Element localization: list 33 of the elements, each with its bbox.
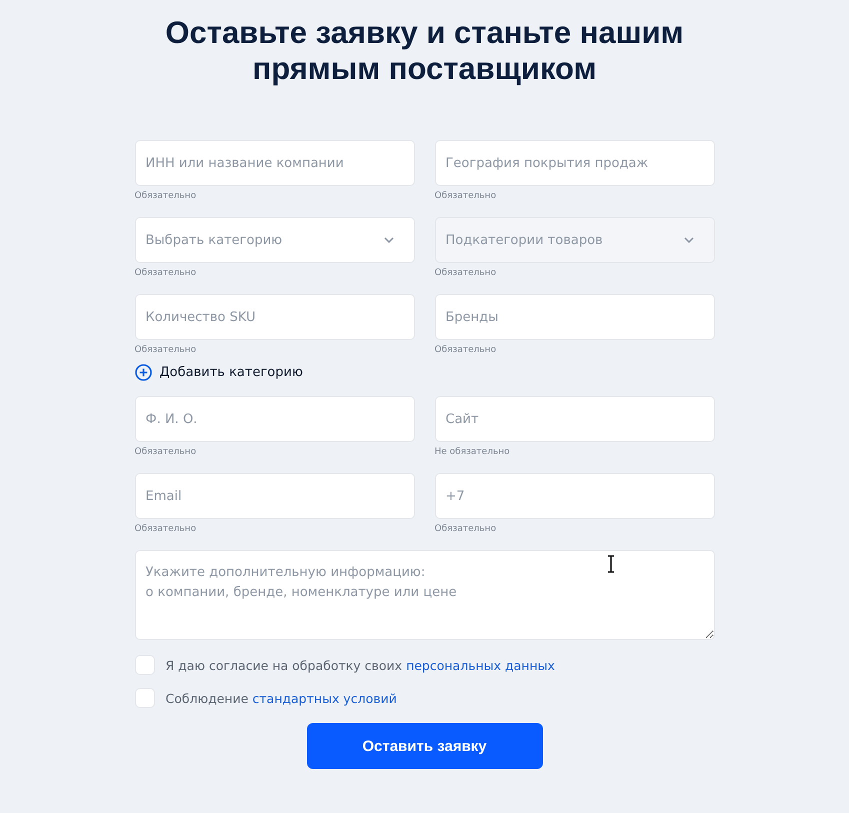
- input-field[interactable]: +7: [434, 473, 714, 519]
- input-field[interactable]: Количество SKU: [134, 294, 414, 340]
- comment-field[interactable]: Укажите дополнительную информацию: о компании, бренде, номенклатуре или цене: [134, 550, 714, 640]
- field-hint: Не обязательно: [434, 447, 511, 457]
- checkbox[interactable]: [134, 655, 154, 675]
- terms-link[interactable]: стандартных условий: [252, 690, 397, 706]
- field-hint: Обязательно: [434, 191, 498, 201]
- field-hint: Обязательно: [134, 268, 198, 278]
- field-hint: Обязательно: [434, 345, 498, 355]
- input-field[interactable]: Сайт: [434, 396, 714, 442]
- text-cursor-icon: [606, 555, 614, 573]
- chevron-down-icon: [684, 237, 694, 243]
- field-hint: Обязательно: [434, 268, 498, 278]
- input-field[interactable]: ИНН или название компании: [134, 140, 414, 186]
- chevron-down-icon: [384, 237, 394, 243]
- field-hint: Обязательно: [134, 524, 198, 534]
- submit-button[interactable]: Оставить заявку: [306, 723, 542, 769]
- field-hint: Обязательно: [134, 345, 198, 355]
- input-field[interactable]: География покрытия продаж: [434, 140, 714, 186]
- field-hint: Обязательно: [134, 447, 198, 457]
- plus-circle-icon: [134, 364, 152, 381]
- add-category-link[interactable]: Добавить категорию: [134, 364, 303, 381]
- input-field[interactable]: Ф. И. О.: [134, 396, 414, 442]
- field-hint: Обязательно: [134, 191, 198, 201]
- terms-link[interactable]: персональных данных: [406, 658, 555, 672]
- input-field[interactable]: Email: [134, 473, 414, 519]
- agreement-text: Соблюдение стандартных условий: [166, 690, 397, 706]
- checkbox[interactable]: [134, 688, 154, 708]
- dropdown[interactable]: Выбрать категорию: [134, 217, 414, 263]
- field-hint: Обязательно: [434, 524, 498, 534]
- page-title: Оставьте заявку и станьте нашим прямым поставщиком: [164, 15, 685, 87]
- agreement-text: Я даю согласие на обработку своих персональных данных: [166, 658, 555, 672]
- input-field[interactable]: Бренды: [434, 294, 714, 340]
